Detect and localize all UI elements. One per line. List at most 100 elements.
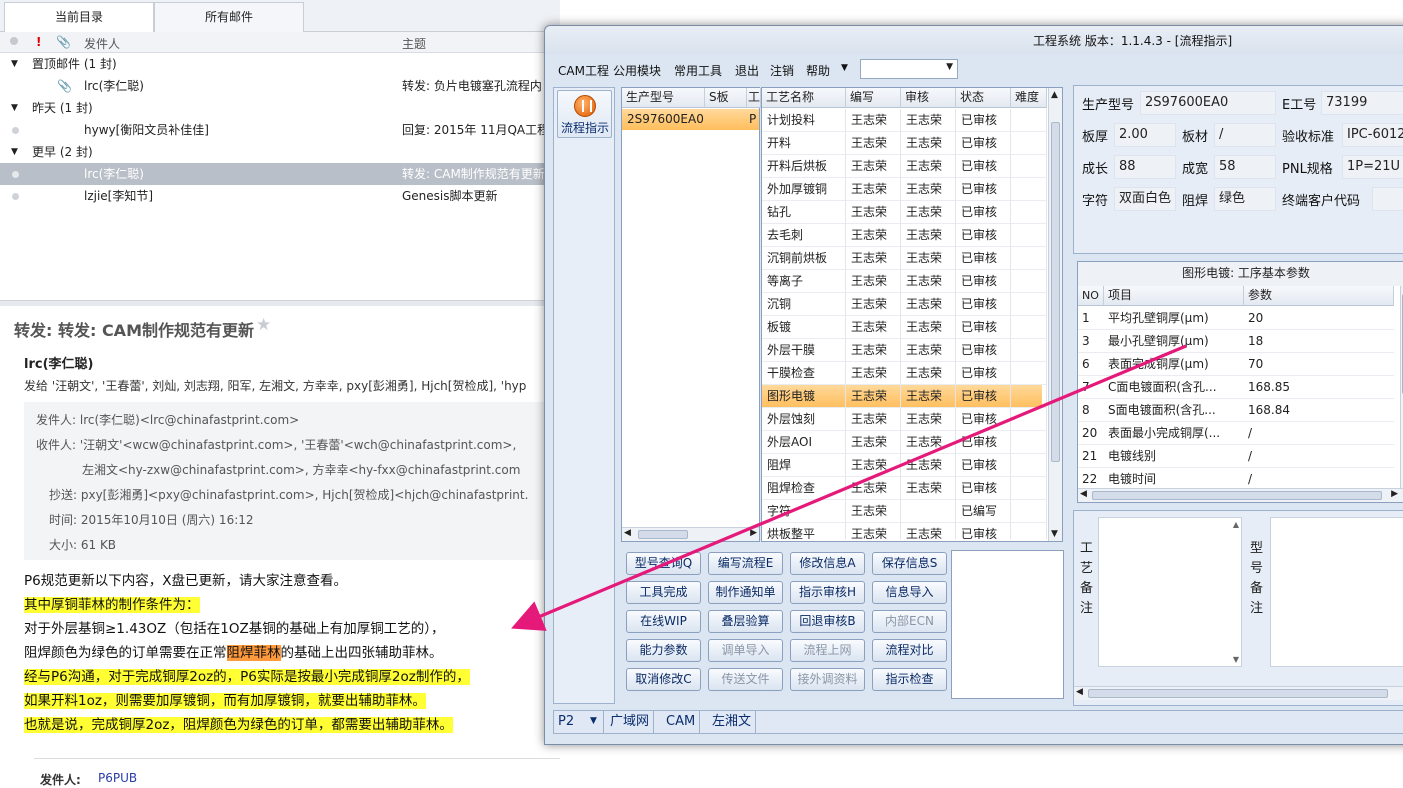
action-button[interactable]: 型号查询Q bbox=[626, 552, 701, 575]
field-eno[interactable]: 73199 bbox=[1321, 91, 1403, 115]
scrollbar-thumb[interactable] bbox=[1092, 491, 1382, 500]
field-customer[interactable] bbox=[1372, 187, 1403, 211]
mail-row[interactable]: 📎 lrc(李仁聪) 转发: 负片电镀塞孔流程内 bbox=[0, 75, 560, 97]
process-row[interactable]: 字符 王志荣 已编写 bbox=[762, 500, 1047, 523]
menu-logout[interactable]: 注销 bbox=[770, 62, 794, 79]
tab-all-mail[interactable]: 所有邮件 bbox=[154, 2, 304, 32]
scroll-down-icon[interactable]: ▼ bbox=[1051, 529, 1058, 539]
col-work[interactable]: 工 bbox=[747, 88, 761, 108]
tab-current-folder[interactable]: 当前目录 bbox=[4, 2, 154, 32]
param-row[interactable]: 21 电镀线别 / bbox=[1078, 445, 1394, 468]
process-row[interactable]: 去毛刺 王志荣 王志荣 已审核 bbox=[762, 224, 1047, 247]
field-model[interactable]: 2S97600EA0 bbox=[1140, 91, 1276, 115]
model-note-textarea[interactable] bbox=[1270, 517, 1403, 667]
process-note-textarea[interactable]: ▲ ▼ bbox=[1098, 517, 1242, 667]
param-row[interactable]: 7 C面电镀面积(含孔... 168.85 bbox=[1078, 376, 1394, 399]
menu-help[interactable]: 帮助 bbox=[806, 62, 830, 79]
field-width[interactable]: 58 bbox=[1214, 155, 1276, 179]
process-row[interactable]: 外层干膜 王志荣 王志荣 已审核 bbox=[762, 339, 1047, 362]
vertical-scrollbar[interactable]: ▲ ▼ bbox=[1048, 88, 1062, 541]
process-row[interactable]: 计划投料 王志荣 王志荣 已审核 bbox=[762, 109, 1047, 132]
action-button[interactable]: 工具完成 bbox=[626, 581, 701, 604]
horizontal-scrollbar[interactable]: ◀ ▶ bbox=[622, 527, 759, 541]
collapse-icon[interactable]: ▼ bbox=[11, 141, 18, 163]
scroll-left-icon[interactable]: ◀ bbox=[1080, 489, 1087, 499]
action-button[interactable]: 叠层验算 bbox=[708, 610, 783, 633]
scroll-up-icon[interactable]: ▲ bbox=[1051, 90, 1058, 100]
process-row[interactable]: 干膜检查 王志荣 王志荣 已审核 bbox=[762, 362, 1047, 385]
horizontal-scrollbar[interactable]: ◀ bbox=[1074, 686, 1403, 700]
action-button[interactable]: 信息导入 bbox=[872, 581, 947, 604]
model-row-selected[interactable]: 2S97600EA0 P bbox=[622, 109, 759, 130]
action-button[interactable]: 回退审核B bbox=[790, 610, 865, 633]
scrollbar-thumb[interactable] bbox=[638, 530, 688, 539]
process-row[interactable]: 外加厚镀铜 王志荣 王志荣 已审核 bbox=[762, 178, 1047, 201]
mail-row[interactable]: lzjie[李知节] Genesis脚本更新 bbox=[0, 185, 560, 207]
process-row[interactable]: 开料后烘板 王志荣 王志荣 已审核 bbox=[762, 155, 1047, 178]
field-char[interactable]: 双面白色 bbox=[1114, 187, 1176, 211]
action-button[interactable]: 能力参数 bbox=[626, 639, 701, 662]
action-button[interactable]: 传送文件 bbox=[708, 668, 783, 691]
action-button[interactable]: 流程上网 bbox=[790, 639, 865, 662]
field-thickness[interactable]: 2.00 bbox=[1114, 123, 1176, 147]
col-reviewer[interactable]: 审核 bbox=[901, 88, 956, 108]
action-button[interactable]: 流程对比 bbox=[872, 639, 947, 662]
menu-combo[interactable]: ▼ bbox=[860, 59, 958, 79]
param-row[interactable]: 22 电镀时间 / bbox=[1078, 468, 1394, 487]
col-writer[interactable]: 编写 bbox=[846, 88, 901, 108]
menu-cam[interactable]: CAM工程 bbox=[558, 62, 609, 79]
menu-common[interactable]: 公用模块 bbox=[613, 62, 661, 79]
process-row[interactable]: 外层AOI 王志荣 王志荣 已审核 bbox=[762, 431, 1047, 454]
mail-from[interactable]: lrc(李仁聪) bbox=[24, 353, 93, 372]
action-button[interactable]: 在线WIP bbox=[626, 610, 701, 633]
col-s-board[interactable]: S板 bbox=[705, 88, 747, 108]
process-row[interactable]: 沉铜前烘板 王志荣 王志荣 已审核 bbox=[762, 247, 1047, 270]
col-no[interactable]: NO bbox=[1078, 286, 1104, 306]
scrollbar-thumb[interactable] bbox=[1051, 122, 1060, 462]
chevron-down-icon[interactable]: ▼ bbox=[946, 62, 953, 72]
action-button[interactable]: 编写流程E bbox=[708, 552, 783, 575]
scrollbar-thumb[interactable] bbox=[1088, 689, 1388, 698]
process-row-selected[interactable]: 图形电镀 王志荣 王志荣 已审核 bbox=[762, 385, 1047, 408]
flow-instruction-button[interactable]: 流程指示 bbox=[557, 90, 612, 138]
scroll-left-icon[interactable]: ◀ bbox=[1076, 687, 1083, 697]
process-row[interactable]: 烘板整平 王志荣 王志荣 已审核 bbox=[762, 523, 1047, 539]
action-button[interactable]: 接外调资料 bbox=[790, 668, 865, 691]
process-row[interactable]: 钻孔 王志荣 王志荣 已审核 bbox=[762, 201, 1047, 224]
action-button[interactable]: 指示检查 bbox=[872, 668, 947, 691]
process-row[interactable]: 沉铜 王志荣 王志荣 已审核 bbox=[762, 293, 1047, 316]
scroll-right-icon[interactable]: ▶ bbox=[1391, 489, 1398, 499]
field-material[interactable]: / bbox=[1214, 123, 1276, 147]
process-row[interactable]: 板镀 王志荣 王志荣 已审核 bbox=[762, 316, 1047, 339]
action-button[interactable]: 内部ECN bbox=[872, 610, 947, 633]
chevron-down-icon[interactable]: ▼ bbox=[841, 63, 848, 73]
action-button[interactable]: 取消修改C bbox=[626, 668, 701, 691]
quoted-from-value[interactable]: P6PUB bbox=[98, 771, 137, 785]
process-row[interactable]: 阻焊 王志荣 王志荣 已审核 bbox=[762, 454, 1047, 477]
field-pnl[interactable]: 1P=21U bbox=[1342, 155, 1403, 179]
param-row[interactable]: 6 表面完成铜厚(μm) 70 bbox=[1078, 353, 1394, 376]
scroll-right-icon[interactable]: ▶ bbox=[750, 528, 757, 538]
param-row[interactable]: 8 S面电镀面积(含孔... 168.84 bbox=[1078, 399, 1394, 422]
menu-exit[interactable]: 退出 bbox=[735, 62, 759, 79]
group-earlier[interactable]: ▼ 更早 (2 封) bbox=[0, 141, 560, 163]
status-user[interactable]: 左湘文 bbox=[708, 711, 757, 733]
group-pinned[interactable]: ▼ 置顶邮件 (1 封) bbox=[0, 53, 560, 75]
action-button[interactable]: 制作通知单 bbox=[708, 581, 783, 604]
field-mask[interactable]: 绿色 bbox=[1214, 187, 1276, 211]
process-row[interactable]: 开料 王志荣 王志荣 已审核 bbox=[762, 132, 1047, 155]
chevron-down-icon[interactable]: ▼ bbox=[590, 711, 597, 732]
status-network[interactable]: 广域网 bbox=[606, 711, 655, 733]
star-icon[interactable]: ★ bbox=[256, 315, 271, 335]
col-model[interactable]: 生产型号 bbox=[622, 88, 705, 108]
col-param[interactable]: 参数 bbox=[1244, 286, 1394, 306]
priority-icon[interactable]: ! bbox=[36, 35, 41, 49]
scroll-up-icon[interactable]: ▲ bbox=[1233, 520, 1239, 529]
col-process[interactable]: 工艺名称 bbox=[762, 88, 846, 108]
process-row[interactable]: 等离子 王志荣 王志荣 已审核 bbox=[762, 270, 1047, 293]
status-dropdown[interactable]: P2 ▼ bbox=[554, 711, 604, 733]
collapse-icon[interactable]: ▼ bbox=[11, 53, 18, 75]
col-difficulty[interactable]: 难度 bbox=[1011, 88, 1047, 108]
process-row[interactable]: 外层蚀刻 王志荣 王志荣 已审核 bbox=[762, 408, 1047, 431]
col-subject[interactable]: 主题 bbox=[402, 35, 426, 52]
